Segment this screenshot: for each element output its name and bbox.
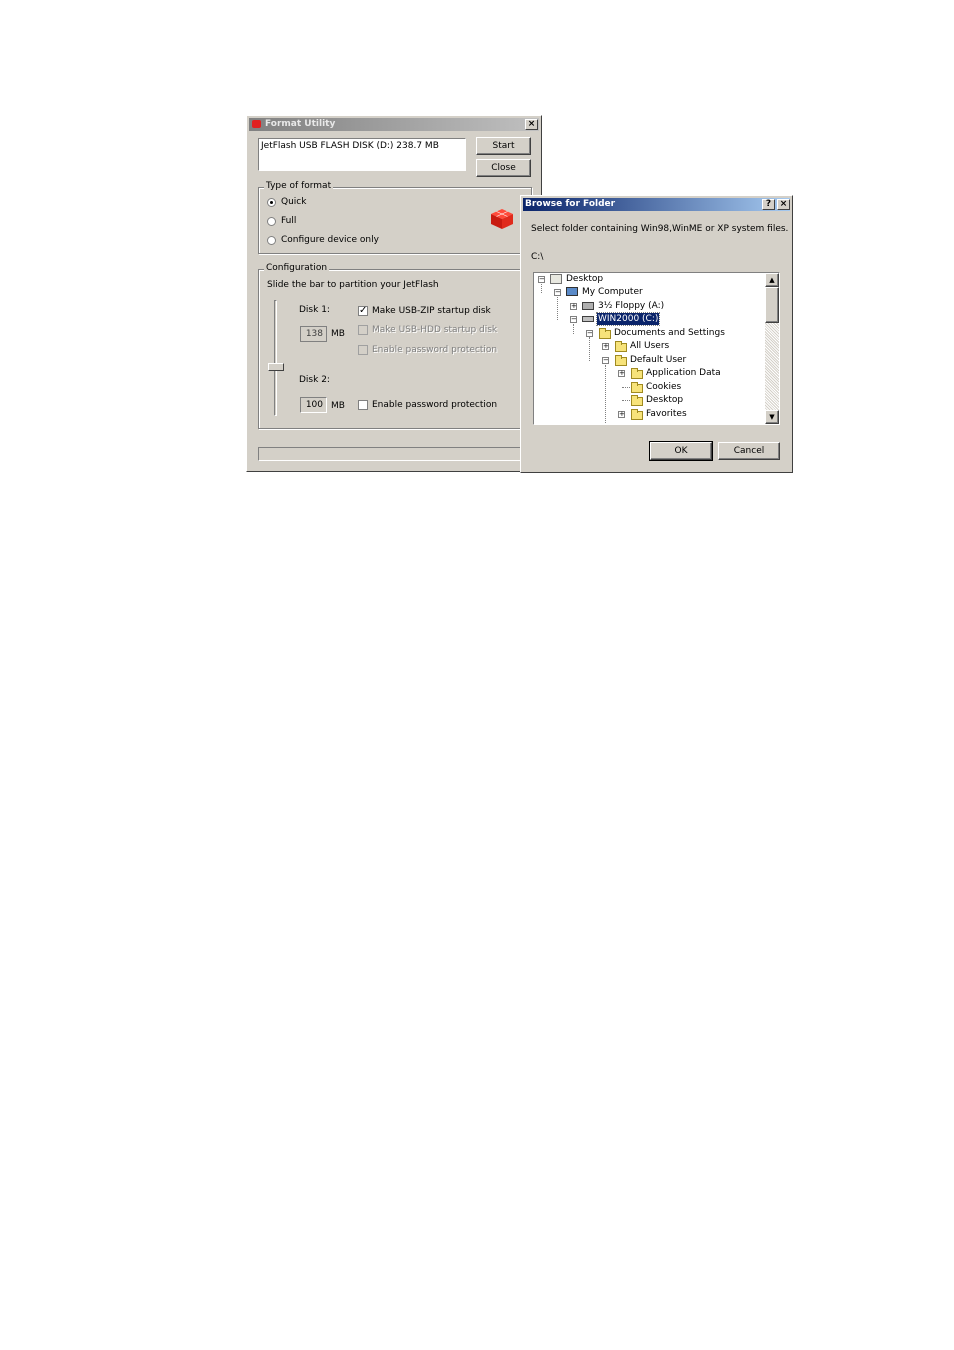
help-icon[interactable]: ? — [762, 199, 775, 210]
format-progress-bar — [258, 447, 530, 461]
folder-icon — [631, 395, 643, 406]
usb-zip-checkbox[interactable]: ✓ — [358, 306, 368, 316]
browse-dialog-title: Browse for Folder — [525, 199, 616, 209]
expand-icon[interactable]: + — [618, 370, 625, 377]
jetflash-logo-icon — [491, 209, 513, 229]
format-utility-window: Format Utility × JetFlash USB FLASH DISK… — [246, 115, 542, 472]
collapse-icon[interactable]: − — [538, 276, 545, 283]
expand-icon[interactable]: + — [570, 303, 577, 310]
collapse-icon[interactable]: − — [554, 289, 561, 296]
quick-radio[interactable] — [267, 198, 276, 207]
configure-only-radio[interactable] — [267, 236, 276, 245]
tree-label: Favorites — [646, 409, 687, 419]
disk2-size: 100 — [305, 400, 323, 410]
format-utility-titlebar[interactable]: Format Utility × — [249, 118, 539, 131]
type-of-format-label: Type of format — [264, 181, 334, 191]
config-hint: Slide the bar to partition your JetFlash — [267, 280, 439, 290]
floppy-icon — [582, 302, 594, 310]
collapse-icon[interactable]: − — [586, 330, 593, 337]
collapse-icon[interactable]: − — [602, 357, 609, 364]
tree-line — [589, 337, 590, 361]
tree-label: 3½ Floppy (A:) — [598, 301, 665, 311]
tree-scrollbar[interactable]: ▲ ▼ — [765, 273, 779, 424]
tree-label: Desktop — [566, 274, 604, 284]
tree-line — [557, 297, 558, 320]
collapse-icon[interactable]: − — [570, 316, 577, 323]
scroll-up-button[interactable]: ▲ — [765, 273, 779, 287]
browse-dialog-titlebar[interactable]: Browse for Folder ? × — [523, 198, 790, 211]
device-text: JetFlash USB FLASH DISK (D:) 238.7 MB — [261, 141, 439, 151]
usb-zip-label: Make USB-ZIP startup disk — [372, 306, 491, 316]
folder-icon — [631, 382, 643, 393]
folder-icon — [631, 409, 643, 420]
device-field[interactable]: JetFlash USB FLASH DISK (D:) 238.7 MB — [258, 138, 466, 171]
desktop-icon — [550, 274, 562, 284]
expand-icon[interactable]: + — [618, 411, 625, 418]
tree-line — [622, 387, 630, 388]
folder-icon — [615, 355, 627, 366]
app-icon — [252, 120, 261, 128]
tree-label: My Computer — [582, 287, 643, 297]
computer-icon — [566, 287, 578, 296]
folder-icon — [615, 341, 627, 352]
close-icon[interactable]: × — [777, 199, 790, 210]
configure-only-label: Configure device only — [281, 235, 379, 245]
disk1-unit: MB — [331, 329, 345, 339]
close-button[interactable]: Close — [476, 159, 531, 177]
close-icon[interactable]: × — [525, 119, 538, 130]
tree-line — [622, 400, 630, 401]
tree-label: Default User — [630, 355, 687, 365]
browse-folder-dialog: Browse for Folder ? × Select folder cont… — [520, 195, 793, 473]
partition-slider-thumb[interactable] — [268, 363, 284, 371]
tree-line — [541, 284, 542, 293]
format-utility-title: Format Utility — [265, 119, 336, 129]
tree-line — [605, 365, 606, 424]
scroll-down-button[interactable]: ▼ — [765, 410, 779, 424]
partition-slider-track[interactable] — [274, 300, 277, 416]
tree-label: All Users — [630, 341, 670, 351]
quick-label: Quick — [281, 197, 307, 207]
disk1-size-field: 138 — [300, 326, 327, 342]
tree-label: Cookies — [646, 382, 682, 392]
cancel-button[interactable]: Cancel — [718, 442, 780, 460]
folder-icon — [631, 368, 643, 379]
disk2-size-field[interactable]: 100 — [300, 397, 327, 413]
tree-label: Documents and Settings — [614, 328, 725, 338]
disk2-password-label: Enable password protection — [372, 400, 498, 410]
disk1-size: 138 — [305, 329, 323, 339]
disk1-password-label: Enable password protection — [372, 345, 498, 355]
tree-label: Desktop — [646, 395, 684, 405]
expand-icon[interactable]: + — [602, 343, 609, 350]
folder-tree[interactable]: − Desktop − My Computer + 3½ Floppy (A:)… — [533, 272, 780, 425]
disk2-label: Disk 2: — [299, 375, 330, 385]
full-radio[interactable] — [267, 217, 276, 226]
ok-button[interactable]: OK — [649, 441, 713, 461]
current-path: C:\ — [531, 252, 544, 262]
disk1-label: Disk 1: — [299, 305, 330, 315]
tree-line — [573, 324, 574, 334]
usb-hdd-label: Make USB-HDD startup disk — [372, 325, 498, 335]
tree-label: Application Data — [646, 368, 721, 378]
usb-hdd-checkbox — [358, 325, 368, 335]
folder-icon — [599, 328, 611, 339]
scroll-thumb[interactable] — [765, 287, 779, 323]
start-button[interactable]: Start — [476, 137, 531, 155]
tree-label-selected: WIN2000 (C:) — [595, 312, 661, 326]
disk1-password-checkbox — [358, 345, 368, 355]
disk2-unit: MB — [331, 401, 345, 411]
full-label: Full — [281, 216, 297, 226]
drive-icon — [582, 316, 594, 322]
browse-instruction: Select folder containing Win98,WinME or … — [531, 224, 789, 234]
configuration-label: Configuration — [264, 263, 330, 273]
disk2-password-checkbox[interactable] — [358, 400, 368, 410]
